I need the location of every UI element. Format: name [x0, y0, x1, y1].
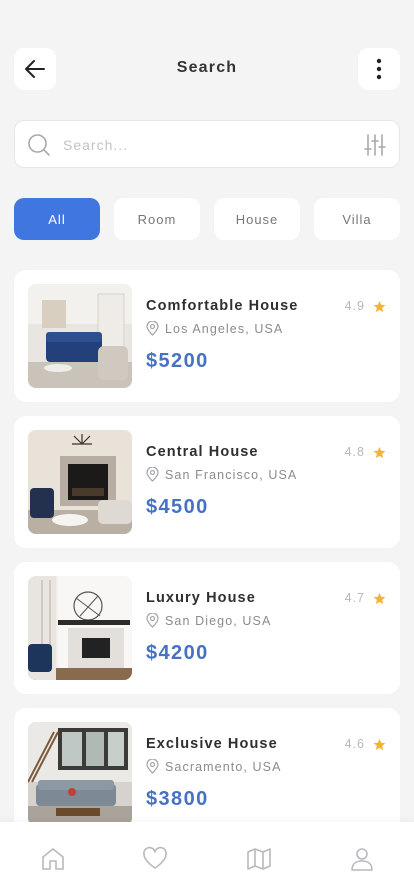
nav-profile[interactable] — [348, 845, 376, 873]
more-options-button[interactable] — [358, 48, 400, 90]
location-pin-icon — [146, 321, 159, 336]
property-photo — [28, 430, 132, 534]
rating-value: 4.9 — [344, 299, 365, 313]
property-photo — [28, 284, 132, 388]
rating: 4.6 — [345, 737, 386, 751]
search-input[interactable] — [63, 133, 343, 157]
nav-favorites[interactable] — [141, 845, 169, 873]
sliders-icon[interactable] — [363, 133, 387, 157]
filter-chip-house[interactable]: House — [214, 198, 300, 240]
location-text: Los Angeles, USA — [165, 321, 284, 336]
location-text: San Francisco, USA — [165, 467, 298, 482]
star-icon — [373, 446, 386, 458]
property-list: Comfortable House 4.9 Los Angeles, USA $… — [14, 270, 400, 854]
property-location: San Diego, USA — [146, 613, 271, 628]
property-location: San Francisco, USA — [146, 467, 297, 482]
nav-home[interactable] — [39, 845, 67, 873]
location-pin-icon — [146, 759, 159, 774]
rating: 4.8 — [345, 445, 386, 459]
heart-icon — [143, 846, 167, 869]
user-icon — [351, 848, 373, 871]
property-location: Los Angeles, USA — [146, 321, 283, 336]
property-name: Central House — [146, 444, 259, 460]
star-icon — [373, 738, 386, 750]
category-filters: All Room House Villa — [14, 198, 400, 240]
property-card[interactable]: Luxury House 4.7 San Diego, USA $4200 — [14, 562, 400, 694]
property-name: Luxury House — [146, 590, 256, 606]
location-text: Sacramento, USA — [165, 759, 282, 774]
star-icon — [373, 300, 386, 312]
rating: 4.9 — [345, 299, 386, 313]
rating-value: 4.6 — [344, 737, 365, 751]
location-pin-icon — [146, 613, 159, 628]
property-price: $5200 — [146, 350, 209, 372]
property-photo — [28, 576, 132, 680]
property-price: $4500 — [146, 496, 209, 518]
page-title: Search — [176, 59, 238, 76]
header: Search — [14, 48, 400, 90]
map-icon — [247, 848, 271, 870]
location-pin-icon — [146, 467, 159, 482]
location-text: San Diego, USA — [165, 613, 272, 628]
filter-chip-all[interactable]: All — [14, 198, 100, 240]
property-price: $4200 — [146, 642, 209, 664]
property-price: $3800 — [146, 788, 209, 810]
filter-chip-villa[interactable]: Villa — [314, 198, 400, 240]
property-name: Exclusive House — [146, 736, 278, 752]
filter-chip-room[interactable]: Room — [114, 198, 200, 240]
bottom-navigation — [0, 822, 414, 896]
more-vertical-icon — [376, 58, 382, 80]
property-card[interactable]: Central House 4.8 San Francisco, USA $45… — [14, 416, 400, 548]
property-name: Comfortable House — [146, 298, 299, 314]
nav-map[interactable] — [245, 845, 273, 873]
rating-value: 4.7 — [344, 591, 365, 605]
rating: 4.7 — [345, 591, 386, 605]
property-card[interactable]: Comfortable House 4.9 Los Angeles, USA $… — [14, 270, 400, 402]
property-photo — [28, 722, 132, 826]
home-icon — [42, 848, 64, 870]
search-icon — [28, 134, 50, 156]
rating-value: 4.8 — [344, 445, 365, 459]
star-icon — [373, 592, 386, 604]
property-card[interactable]: Exclusive House 4.6 Sacramento, USA $380… — [14, 708, 400, 840]
property-location: Sacramento, USA — [146, 759, 282, 774]
search-bar — [14, 120, 400, 168]
